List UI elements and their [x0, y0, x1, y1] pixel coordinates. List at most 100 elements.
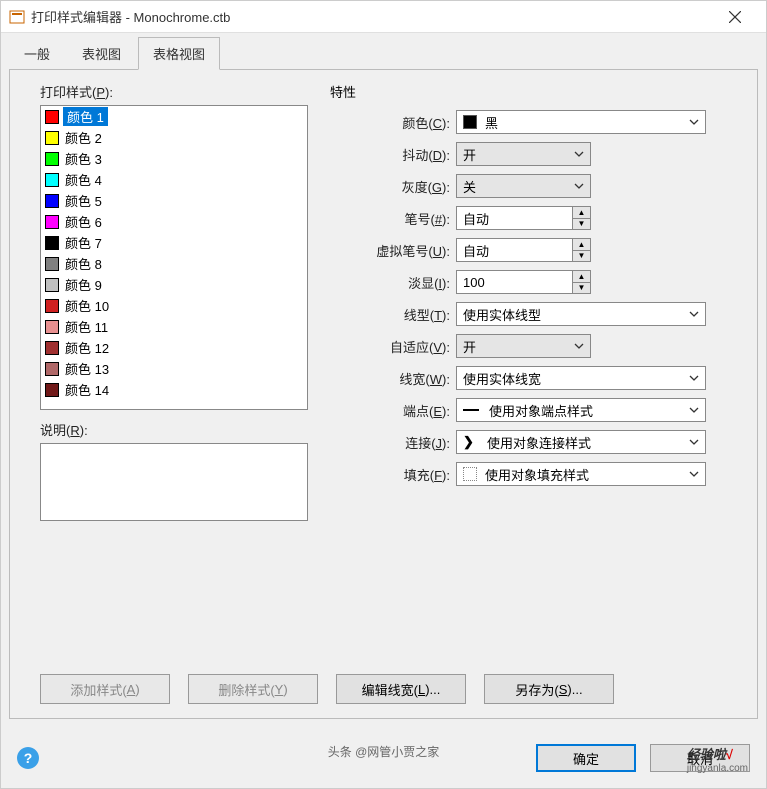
close-button[interactable] [712, 1, 758, 33]
app-icon [9, 9, 25, 25]
grayscale-label: 灰度(G): [330, 177, 450, 196]
spin-down-icon[interactable]: ▼ [573, 219, 590, 230]
tab-general[interactable]: 一般 [9, 37, 65, 70]
description-textarea[interactable] [40, 443, 308, 521]
spin-up-icon[interactable]: ▲ [573, 207, 590, 219]
help-icon[interactable]: ? [17, 747, 39, 769]
list-item[interactable]: 颜色 9 [41, 274, 307, 295]
window-title: 打印样式编辑器 - Monochrome.ctb [31, 7, 712, 26]
left-panel: 打印样式(P): 颜色 1颜色 2颜色 3颜色 4颜色 5颜色 6颜色 7颜色 … [40, 82, 320, 521]
dither-dropdown[interactable]: 开 [456, 142, 591, 166]
chevron-down-icon [687, 403, 701, 417]
pen-stepper[interactable]: 自动 ▲▼ [456, 206, 591, 230]
delete-style-button[interactable]: 删除样式(Y) [188, 674, 318, 704]
color-swatch-icon [45, 383, 59, 397]
action-button-row: 添加样式(A) 删除样式(Y) 编辑线宽(L)... 另存为(S)... [40, 674, 727, 704]
adaptive-label: 自适应(V): [330, 337, 450, 356]
color-swatch-icon [45, 194, 59, 208]
list-item[interactable]: 颜色 5 [41, 190, 307, 211]
ok-button[interactable]: 确定 [536, 744, 636, 772]
color-swatch-icon [45, 152, 59, 166]
pen-label: 笔号(#): [330, 209, 450, 228]
list-item-label: 颜色 9 [63, 275, 104, 294]
chevron-down-icon [687, 435, 701, 449]
spin-down-icon[interactable]: ▼ [573, 283, 590, 294]
list-item[interactable]: 颜色 14 [41, 379, 307, 400]
chevron-down-icon [687, 115, 701, 129]
list-item-label: 颜色 12 [63, 338, 111, 357]
chevron-down-icon [687, 307, 701, 321]
close-icon [729, 11, 741, 23]
lineweight-dropdown[interactable]: 使用实体线宽 [456, 366, 706, 390]
chevron-down-icon [687, 467, 701, 481]
list-item-label: 颜色 7 [63, 233, 104, 252]
vpen-label: 虚拟笔号(U): [330, 241, 450, 260]
tab-formview[interactable]: 表视图 [67, 37, 136, 70]
join-dropdown[interactable]: ❯ 使用对象连接样式 [456, 430, 706, 454]
list-item-label: 颜色 11 [63, 317, 110, 336]
list-item[interactable]: 颜色 3 [41, 148, 307, 169]
edit-lineweight-button[interactable]: 编辑线宽(L)... [336, 674, 466, 704]
spin-up-icon[interactable]: ▲ [573, 239, 590, 251]
color-dropdown[interactable]: 黑 [456, 110, 706, 134]
list-item[interactable]: 颜色 1 [41, 106, 307, 127]
add-style-button[interactable]: 添加样式(A) [40, 674, 170, 704]
line-icon [463, 409, 479, 411]
list-item[interactable]: 颜色 13 [41, 358, 307, 379]
color-swatch-icon [45, 320, 59, 334]
color-swatch-icon [45, 257, 59, 271]
color-swatch-icon [45, 173, 59, 187]
list-item[interactable]: 颜色 2 [41, 127, 307, 148]
description-label: 说明(R): [40, 420, 320, 439]
list-item[interactable]: 颜色 12 [41, 337, 307, 358]
adaptive-dropdown[interactable]: 开 [456, 334, 591, 358]
styles-label: 打印样式(P): [40, 82, 320, 101]
properties-title: 特性 [330, 82, 710, 101]
chevron-down-icon [572, 179, 586, 193]
endcap-label: 端点(E): [330, 401, 450, 420]
spin-up-icon[interactable]: ▲ [573, 271, 590, 283]
properties-panel: 特性 颜色(C): 黑 抖动(D): 开 灰度(G): 关 [330, 82, 710, 493]
color-label: 颜色(C): [330, 113, 450, 132]
linetype-dropdown[interactable]: 使用实体线型 [456, 302, 706, 326]
fill-label: 填充(F): [330, 465, 450, 484]
color-swatch-icon [45, 215, 59, 229]
color-swatch-icon [463, 115, 477, 129]
list-item[interactable]: 颜色 11 [41, 316, 307, 337]
grayscale-dropdown[interactable]: 关 [456, 174, 591, 198]
lineweight-label: 线宽(W): [330, 369, 450, 388]
styles-listbox[interactable]: 颜色 1颜色 2颜色 3颜色 4颜色 5 颜色 6 颜色 7 颜色 8 颜色 9 颜色 1… [40, 105, 308, 410]
list-item-label: 颜色 5 [63, 191, 104, 210]
tab-tableview[interactable]: 表格视图 [138, 37, 220, 70]
color-swatch-icon [45, 110, 59, 124]
spin-down-icon[interactable]: ▼ [573, 251, 590, 262]
vpen-stepper[interactable]: 自动 ▲▼ [456, 238, 591, 262]
join-label: 连接(J): [330, 433, 450, 452]
list-item[interactable]: 颜色 4 [41, 169, 307, 190]
watermark-byline: 头条 @网管小贾之家 [328, 743, 440, 760]
tabstrip: 一般 表视图 表格视图 [1, 33, 766, 70]
color-swatch-icon [45, 131, 59, 145]
list-item[interactable]: 颜色 10 [41, 295, 307, 316]
list-item[interactable]: 颜色 6 [41, 211, 307, 232]
fill-icon [463, 467, 477, 481]
watermark: 经验啦√ jingyanla.com [687, 744, 748, 774]
endcap-dropdown[interactable]: 使用对象端点样式 [456, 398, 706, 422]
join-icon: ❯ [463, 434, 473, 450]
list-item-label: 颜色 10 [63, 296, 111, 315]
list-item-label: 颜色 14 [63, 380, 111, 399]
color-swatch-icon [45, 278, 59, 292]
list-item-label: 颜色 8 [63, 254, 104, 273]
list-item-label: 颜色 6 [63, 212, 104, 231]
color-swatch-icon [45, 362, 59, 376]
fade-label: 淡显(I): [330, 273, 450, 292]
titlebar: 打印样式编辑器 - Monochrome.ctb [1, 1, 766, 33]
dither-label: 抖动(D): [330, 145, 450, 164]
save-as-button[interactable]: 另存为(S)... [484, 674, 614, 704]
chevron-down-icon [572, 147, 586, 161]
list-item[interactable]: 颜色 8 [41, 253, 307, 274]
fade-stepper[interactable]: 100 ▲▼ [456, 270, 591, 294]
dialog-window: 打印样式编辑器 - Monochrome.ctb 一般 表视图 表格视图 打印样… [0, 0, 767, 789]
fill-dropdown[interactable]: 使用对象填充样式 [456, 462, 706, 486]
list-item[interactable]: 颜色 7 [41, 232, 307, 253]
